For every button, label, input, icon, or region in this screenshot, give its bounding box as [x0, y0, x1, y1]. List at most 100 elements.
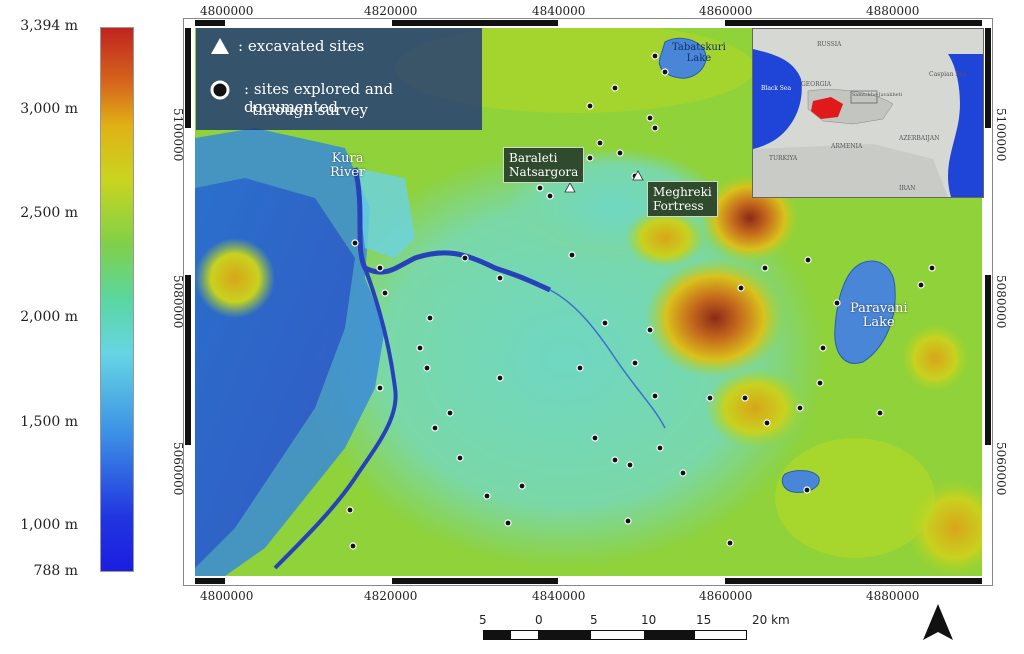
survey-site-marker[interactable]	[631, 359, 639, 367]
survey-site-marker[interactable]	[416, 344, 424, 352]
survey-site-marker[interactable]	[928, 264, 936, 272]
survey-site-marker[interactable]	[833, 299, 841, 307]
survey-site-marker[interactable]	[586, 154, 594, 162]
frame-segment	[185, 275, 191, 445]
survey-site-marker[interactable]	[803, 486, 811, 494]
survey-site-marker[interactable]	[661, 68, 669, 76]
survey-site-marker[interactable]	[726, 539, 734, 547]
survey-site-marker[interactable]	[456, 454, 464, 462]
tabatskuri-label-line: Lake	[686, 53, 712, 64]
y-tick-right: 5080000	[994, 275, 1008, 329]
survey-site-marker[interactable]	[876, 409, 884, 417]
survey-site-marker[interactable]	[596, 139, 604, 147]
survey-site-marker[interactable]	[576, 364, 584, 372]
survey-site-marker[interactable]	[496, 274, 504, 282]
inset-label-black-sea: Black Sea	[761, 85, 792, 92]
scale-segment	[511, 631, 538, 639]
survey-site-marker[interactable]	[651, 392, 659, 400]
legend-label-2500: 2,500 m	[20, 205, 78, 221]
survey-site-marker[interactable]	[496, 374, 504, 382]
inset-label-caspian: Caspian Sea	[929, 71, 967, 78]
survey-site-marker[interactable]	[761, 264, 769, 272]
survey-site-marker[interactable]	[646, 114, 654, 122]
small-lake	[781, 470, 820, 493]
x-tick-bottom: 4800000	[200, 589, 254, 603]
scale-label: 20 km	[752, 613, 790, 627]
frame-segment	[985, 28, 991, 128]
survey-site-marker[interactable]	[741, 394, 749, 402]
survey-site-marker[interactable]	[651, 124, 659, 132]
survey-site-marker[interactable]	[624, 517, 632, 525]
survey-site-marker[interactable]	[376, 264, 384, 272]
y-tick-left: 5100000	[171, 108, 185, 162]
survey-site-marker[interactable]	[646, 326, 654, 334]
survey-site-marker[interactable]	[611, 456, 619, 464]
survey-site-marker[interactable]	[616, 149, 624, 157]
survey-site-marker[interactable]	[426, 314, 434, 322]
x-tick-top: 4880000	[866, 4, 920, 18]
survey-site-marker[interactable]	[446, 409, 454, 417]
terrain-hill	[625, 208, 705, 268]
legend-label-1500: 1,500 m	[20, 414, 78, 430]
scale-segment	[695, 631, 746, 639]
survey-site-marker[interactable]	[546, 192, 554, 200]
excavated-key-label: : excavated sites	[238, 37, 365, 55]
surveyed-key-label-2: through survey	[252, 101, 368, 119]
baraleti-label-line: Baraleti	[509, 151, 558, 165]
survey-site-marker[interactable]	[611, 84, 619, 92]
inset-label-iran: IRAN	[899, 185, 916, 192]
survey-site-marker[interactable]	[819, 344, 827, 352]
survey-site-marker[interactable]	[346, 506, 354, 514]
frame-segment	[392, 578, 558, 584]
survey-site-marker[interactable]	[763, 419, 771, 427]
terrain-volcano	[645, 258, 785, 378]
survey-site-marker[interactable]	[461, 254, 469, 262]
survey-site-marker[interactable]	[656, 444, 664, 452]
survey-site-marker[interactable]	[586, 102, 594, 110]
survey-site-marker[interactable]	[381, 289, 389, 297]
survey-site-marker[interactable]	[536, 184, 544, 192]
scale-label: 5	[479, 613, 487, 627]
x-tick-top: 4860000	[699, 4, 753, 18]
survey-site-marker[interactable]	[706, 394, 714, 402]
survey-site-marker[interactable]	[626, 461, 634, 469]
excavated-key-icon	[211, 38, 229, 54]
survey-site-marker[interactable]	[796, 404, 804, 412]
tabatskuri-lake-label: Tabatskuri Lake	[672, 42, 726, 64]
y-tick-left: 5060000	[171, 442, 185, 496]
survey-site-marker[interactable]	[651, 52, 659, 60]
survey-site-marker[interactable]	[816, 379, 824, 387]
survey-site-marker[interactable]	[601, 319, 609, 327]
survey-site-marker[interactable]	[351, 239, 359, 247]
survey-site-marker[interactable]	[917, 281, 925, 289]
x-tick-bottom: 4820000	[364, 589, 418, 603]
inset-label-russia: RUSSIA	[817, 41, 842, 48]
scale-segment	[644, 631, 695, 639]
legend-label-2000: 2,000 m	[20, 309, 78, 325]
survey-site-marker[interactable]	[376, 384, 384, 392]
survey-site-marker[interactable]	[804, 256, 812, 264]
survey-site-marker[interactable]	[431, 424, 439, 432]
inset-label-armenia: ARMENIA	[831, 143, 863, 150]
y-tick-right: 5100000	[994, 108, 1008, 162]
y-tick-right: 5060000	[994, 442, 1008, 496]
survey-site-marker[interactable]	[504, 519, 512, 527]
survey-site-marker[interactable]	[679, 469, 687, 477]
y-tick-left: 5080000	[171, 275, 185, 329]
survey-site-marker[interactable]	[349, 542, 357, 550]
scale-segment	[591, 631, 644, 639]
survey-site-marker[interactable]	[568, 251, 576, 259]
survey-site-marker[interactable]	[518, 482, 526, 490]
survey-site-marker[interactable]	[591, 434, 599, 442]
survey-site-marker[interactable]	[423, 364, 431, 372]
x-tick-top: 4820000	[364, 4, 418, 18]
north-arrow-icon	[923, 604, 953, 640]
inset-svg	[753, 29, 983, 197]
x-tick-bottom: 4880000	[866, 589, 920, 603]
survey-site-marker[interactable]	[737, 284, 745, 292]
frame-segment	[392, 20, 558, 26]
scale-label: 15	[696, 613, 712, 627]
survey-site-marker[interactable]	[483, 492, 491, 500]
legend-label-1000: 1,000 m	[20, 517, 78, 533]
frame-segment	[185, 28, 191, 128]
